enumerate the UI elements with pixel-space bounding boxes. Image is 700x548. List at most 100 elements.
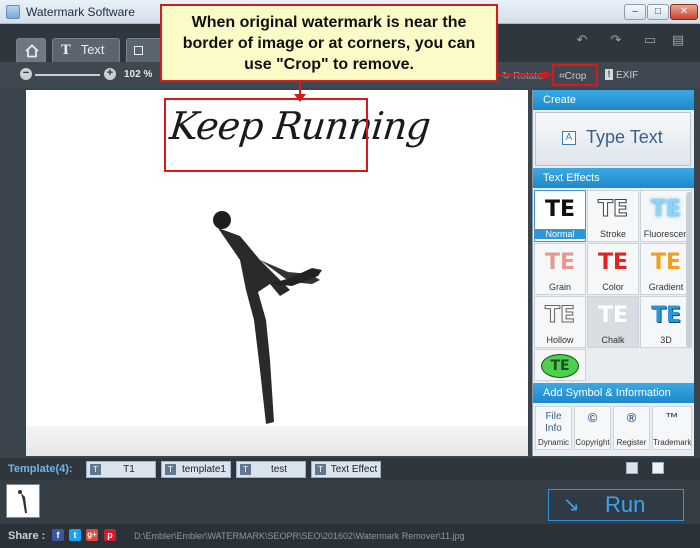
runner-photo (213, 211, 322, 424)
zoom-slider[interactable] (35, 74, 100, 76)
exif-icon: ! (605, 69, 613, 80)
text-box-icon: A (562, 131, 576, 145)
effect-normal-preview: TE (544, 197, 576, 222)
google-plus-icon[interactable]: g+ (86, 529, 98, 541)
symbol-dynamic-label: Dynamic (537, 438, 570, 447)
symbol-copyright-label: Copyright (575, 438, 610, 447)
template-item-label: test (270, 464, 288, 475)
effect-color-label: Color (602, 282, 624, 292)
symbol-register[interactable]: ® Register (613, 406, 650, 450)
template-item-label: T1 (123, 464, 135, 475)
file-info-icon: File Info (545, 411, 562, 434)
canvas-ground (26, 426, 528, 456)
effect-chalk-label: Chalk (601, 335, 625, 345)
effect-oval[interactable]: TE (534, 349, 586, 381)
effect-fluorescent-label: Fluorescen (643, 229, 689, 239)
template-item[interactable]: Ttest (236, 461, 306, 478)
callout-arrow-right-icon (498, 70, 552, 80)
effect-color[interactable]: TE Color (587, 243, 639, 295)
template-icon: T (90, 464, 101, 475)
run-icon: ↘ (563, 494, 580, 516)
effect-stroke-preview: TE (597, 197, 629, 223)
close-button[interactable]: ✕ (670, 4, 698, 20)
effect-hollow-preview: TE (544, 303, 576, 329)
symbol-copyright[interactable]: © Copyright (574, 406, 611, 450)
crop-button[interactable]: ⌗Crop (559, 71, 586, 82)
template-item[interactable]: T T1 (86, 461, 156, 478)
thumbnail-preview (18, 490, 27, 513)
effect-oval-preview: TE (550, 358, 570, 374)
tab-text-label: Text (80, 42, 105, 57)
run-button[interactable]: ↘ Run (548, 489, 684, 521)
effect-stroke[interactable]: TE Stroke (587, 190, 639, 242)
effect-gradient[interactable]: TE Gradient (640, 243, 692, 295)
tab-home[interactable] (16, 38, 46, 62)
maximize-button[interactable]: □ (647, 4, 669, 20)
watermark-highlight-box (164, 98, 368, 172)
effect-grain-label: Grain (548, 282, 571, 292)
tab-text[interactable]: T Text (52, 38, 120, 62)
callout-arrow-down-icon (294, 80, 306, 102)
zoom-in-icon[interactable]: + (104, 68, 116, 80)
template-icon: T (240, 464, 251, 475)
zoom-value: 102 % (124, 69, 153, 80)
settings-icon[interactable]: ▤ (664, 30, 692, 50)
effect-color-preview: TE (597, 250, 629, 275)
effect-gradient-preview: TE (650, 250, 682, 275)
twitter-icon[interactable]: t (69, 529, 81, 541)
effect-chalk[interactable]: TE Chalk (587, 296, 639, 348)
registered-icon: ® (626, 410, 637, 425)
template-item[interactable]: Ttemplate1 (161, 461, 231, 478)
message-icon[interactable]: ▭ (636, 30, 664, 50)
effect-fluorescent-preview: TE (650, 197, 682, 222)
effect-grain[interactable]: TE Grain (534, 243, 586, 295)
symbol-dynamic[interactable]: File Info Dynamic (535, 406, 572, 450)
copyright-icon: © (587, 410, 598, 425)
app-icon (6, 5, 20, 19)
trademark-icon: ™ (665, 410, 679, 425)
effects-scrollbar[interactable] (686, 192, 692, 347)
symbol-header: Add Symbol & Information (533, 383, 694, 403)
effect-hollow[interactable]: TE Hollow (534, 296, 586, 348)
crop-label: Crop (564, 71, 587, 82)
template-count-label: Template(4): (8, 463, 73, 475)
edit-template-icon[interactable] (652, 462, 664, 474)
template-item[interactable]: TText Effect ... (311, 461, 381, 490)
minimize-button[interactable]: – (624, 4, 646, 20)
effect-gradient-label: Gradient (648, 282, 684, 292)
effect-chalk-preview: TE (597, 303, 629, 328)
window-title: Watermark Software (26, 5, 135, 19)
effect-fluorescent[interactable]: TE Fluorescen (640, 190, 692, 242)
effect-normal[interactable]: TE Normal (534, 190, 586, 242)
text-icon: T (61, 43, 71, 58)
exif-button[interactable]: EXIF (616, 70, 638, 81)
redo-icon[interactable]: ↷ (602, 30, 630, 50)
instruction-callout: When original watermark is near the bord… (160, 4, 498, 82)
symbol-trademark-label: Trademark (653, 438, 692, 447)
home-icon (25, 44, 39, 58)
zoom-out-icon[interactable]: − (20, 68, 32, 80)
template-icon: T (165, 464, 176, 475)
image-icon (134, 46, 143, 56)
tab-image[interactable]: Im (126, 38, 162, 79)
symbol-register-label: Register (616, 438, 647, 447)
effect-3d[interactable]: TE 3D (640, 296, 692, 348)
effect-3d-label: 3D (660, 335, 672, 345)
template-icon: T (315, 464, 326, 475)
type-text-label: Type Text (586, 127, 663, 147)
image-thumbnail[interactable] (6, 484, 40, 518)
text-effects-header: Text Effects (533, 168, 694, 188)
symbol-trademark[interactable]: ™ Trademark (652, 406, 692, 450)
share-label: Share : (8, 530, 46, 542)
pinterest-icon[interactable]: p (104, 529, 116, 541)
facebook-icon[interactable]: f (52, 529, 64, 541)
effect-stroke-label: Stroke (599, 229, 626, 239)
file-path: D:\Embler\Embler\WATERMARK\SEOPR\SEO\201… (134, 531, 465, 541)
effect-grain-preview: TE (544, 250, 576, 275)
run-label: Run (605, 492, 646, 517)
undo-icon[interactable]: ↶ (568, 30, 596, 50)
effect-hollow-label: Hollow (546, 335, 574, 345)
save-template-icon[interactable] (626, 462, 638, 474)
effect-normal-label: Normal (535, 229, 585, 239)
create-header: Create (533, 90, 694, 110)
